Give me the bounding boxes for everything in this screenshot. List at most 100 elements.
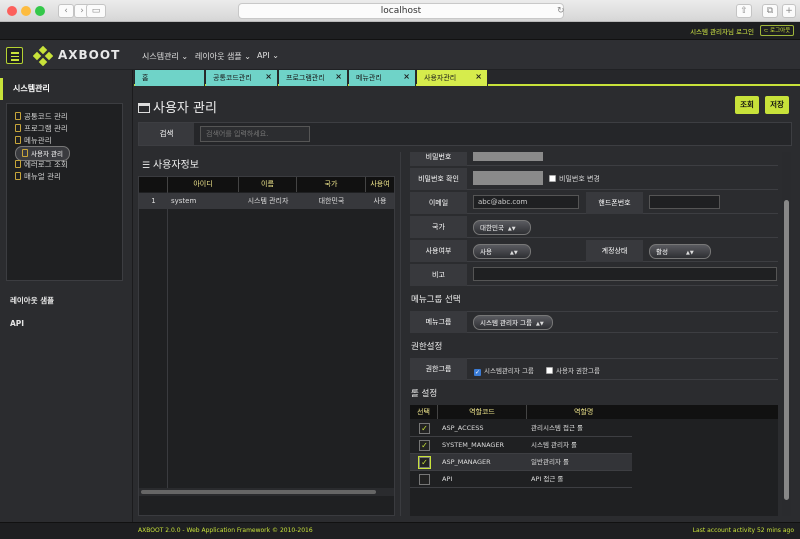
tree-item-label: 프로그램 관리	[24, 124, 68, 133]
url-bar[interactable]: localhost	[238, 3, 564, 19]
checkbox-checked-icon[interactable]: ✓	[419, 423, 430, 434]
sidebar-section-layout[interactable]: 레이아웃 샘플	[10, 295, 54, 306]
use-select[interactable]: 사용 ▲▼	[473, 244, 531, 259]
file-icon	[22, 149, 28, 157]
checkbox-checked-icon[interactable]: ✓	[418, 456, 431, 469]
new-tab-icon[interactable]: +	[782, 4, 796, 18]
role-header-name[interactable]: 역할명	[527, 405, 778, 419]
use-label: 사용여부	[410, 240, 467, 262]
grid-header-id[interactable]: 아이디	[168, 177, 239, 192]
tree-item-manual[interactable]: 매뉴얼 관리	[15, 171, 61, 182]
grid-header-use[interactable]: 사용여	[366, 177, 394, 192]
file-icon	[15, 112, 21, 120]
url-text: localhost	[380, 6, 422, 16]
window-icon	[138, 103, 150, 113]
back-icon[interactable]: ‹	[58, 4, 74, 18]
auth-option-system[interactable]: ✓ 시스템관리자 그룹	[474, 365, 534, 376]
grid-cell-use[interactable]: 사용	[366, 194, 394, 209]
menugroup-select[interactable]: 시스템 관리자 그룹 ▲▼	[473, 315, 553, 330]
country-select[interactable]: 대한민국 ▲▼	[473, 220, 531, 235]
menu-toggle-button[interactable]	[6, 47, 23, 64]
country-label: 국가	[410, 216, 467, 238]
file-icon	[15, 160, 21, 168]
maximize-window-icon[interactable]	[35, 6, 45, 16]
grid-rownum-column	[139, 192, 168, 488]
logo-text[interactable]: AXBOOT	[58, 48, 120, 62]
checkbox-icon[interactable]	[549, 175, 556, 182]
checkbox-checked-icon[interactable]: ✓	[419, 440, 430, 451]
account-status-label: 계정상태	[586, 240, 643, 262]
close-icon[interactable]: ×	[335, 72, 342, 81]
tree-item-error-log[interactable]: 에러로그 조회	[15, 159, 68, 170]
change-password-label: 비밀번호 변경	[559, 175, 600, 183]
grid-cell-name[interactable]: 시스템 관리자	[239, 194, 297, 209]
account-status-value: 활성	[656, 248, 668, 256]
change-password-checkbox[interactable]: 비밀번호 변경	[549, 174, 600, 184]
grid-title-text: 사용자정보	[152, 160, 199, 171]
role-name: 일반관리자 롤	[531, 458, 569, 466]
search-label: 검색	[139, 123, 194, 145]
page-title-text: 사용자 관리	[153, 101, 217, 116]
logout-button[interactable]: ⊂ 로그아웃	[760, 25, 794, 36]
search-input[interactable]	[200, 126, 310, 142]
tree-item-common-code[interactable]: 공통코드 관리	[15, 111, 68, 122]
email-label: 이메일	[410, 192, 467, 214]
user-grid[interactable]	[138, 176, 395, 516]
role-section-title: 롤 설정	[411, 389, 438, 399]
close-icon[interactable]: ×	[475, 72, 482, 81]
tree-item-menu[interactable]: 메뉴관리	[15, 135, 52, 146]
tab-user[interactable]: 사용자관리 ×	[417, 70, 488, 86]
logo-icon	[33, 46, 53, 66]
grid-cell-country[interactable]: 대한민국	[297, 194, 366, 209]
tab-label: 홈	[142, 74, 149, 82]
grid-cell-id[interactable]: system	[168, 194, 239, 209]
tree-item-program[interactable]: 프로그램 관리	[15, 123, 68, 134]
account-status-select[interactable]: 활성 ▲▼	[649, 244, 711, 259]
password-confirm-field[interactable]	[473, 171, 543, 185]
tab-common-code[interactable]: 공통코드관리 ×	[206, 70, 278, 86]
tab-home[interactable]: 홈	[135, 70, 205, 86]
sidebar-section-system[interactable]: 시스템관리	[0, 78, 133, 100]
form-vertical-scrollbar[interactable]	[782, 152, 791, 516]
tree-item-label: 매뉴얼 관리	[24, 172, 61, 181]
menu-system[interactable]: 시스템관리 ⌄	[142, 51, 188, 62]
auth-option-user[interactable]: 사용자 권한그룹	[546, 365, 600, 375]
chevron-down-icon: ▲▼	[507, 226, 516, 232]
email-field[interactable]: abc@abc.com	[473, 195, 579, 209]
close-icon[interactable]: ×	[265, 72, 272, 81]
tab-menu[interactable]: 메뉴관리 ×	[349, 70, 416, 86]
menugroup-label: 메뉴그룹	[410, 311, 467, 333]
menugroup-value: 시스템 관리자 그룹	[480, 319, 532, 327]
search-button[interactable]: 조회	[735, 96, 759, 114]
share-icon[interactable]: ⇧	[736, 4, 752, 18]
country-select-value: 대한민국	[480, 224, 504, 232]
checkbox-checked-icon[interactable]: ✓	[474, 369, 481, 376]
menu-api[interactable]: API ⌄	[257, 51, 279, 60]
remark-label: 비고	[410, 264, 467, 286]
footer-activity: Last account activity 52 mins ago	[692, 527, 794, 534]
checkbox-icon[interactable]	[546, 367, 553, 374]
file-icon	[15, 136, 21, 144]
menu-layout-sample[interactable]: 레이아웃 샘플 ⌄	[195, 51, 251, 62]
phone-field[interactable]	[649, 195, 720, 209]
sidebar-toggle-icon[interactable]: ▭	[86, 4, 106, 18]
remark-field[interactable]	[473, 267, 777, 281]
sidebar-section-api[interactable]: API	[10, 319, 24, 328]
close-icon[interactable]: ×	[403, 72, 410, 81]
tab-program[interactable]: 프로그램관리 ×	[279, 70, 348, 86]
close-window-icon[interactable]	[7, 6, 17, 16]
tab-label: 사용자관리	[424, 74, 457, 82]
minimize-window-icon[interactable]	[21, 6, 31, 16]
role-header-code[interactable]: 역할코드	[438, 405, 527, 419]
save-button[interactable]: 저장	[765, 96, 789, 114]
role-name: 관리시스템 접근 롤	[531, 424, 583, 432]
password-field[interactable]	[473, 152, 543, 161]
checkbox-icon[interactable]	[419, 474, 430, 485]
grid-header-name[interactable]: 이름	[239, 177, 297, 192]
tabs-icon[interactable]: ⧉	[762, 4, 778, 18]
auth-section-title: 권한설정	[411, 342, 443, 352]
footer-copyright: AXBOOT 2.0.0 - Web Application Framework…	[138, 527, 313, 534]
grid-horizontal-scrollbar[interactable]	[139, 488, 394, 496]
grid-header-country[interactable]: 국가	[297, 177, 366, 192]
role-header-select[interactable]: 선택	[410, 405, 438, 419]
